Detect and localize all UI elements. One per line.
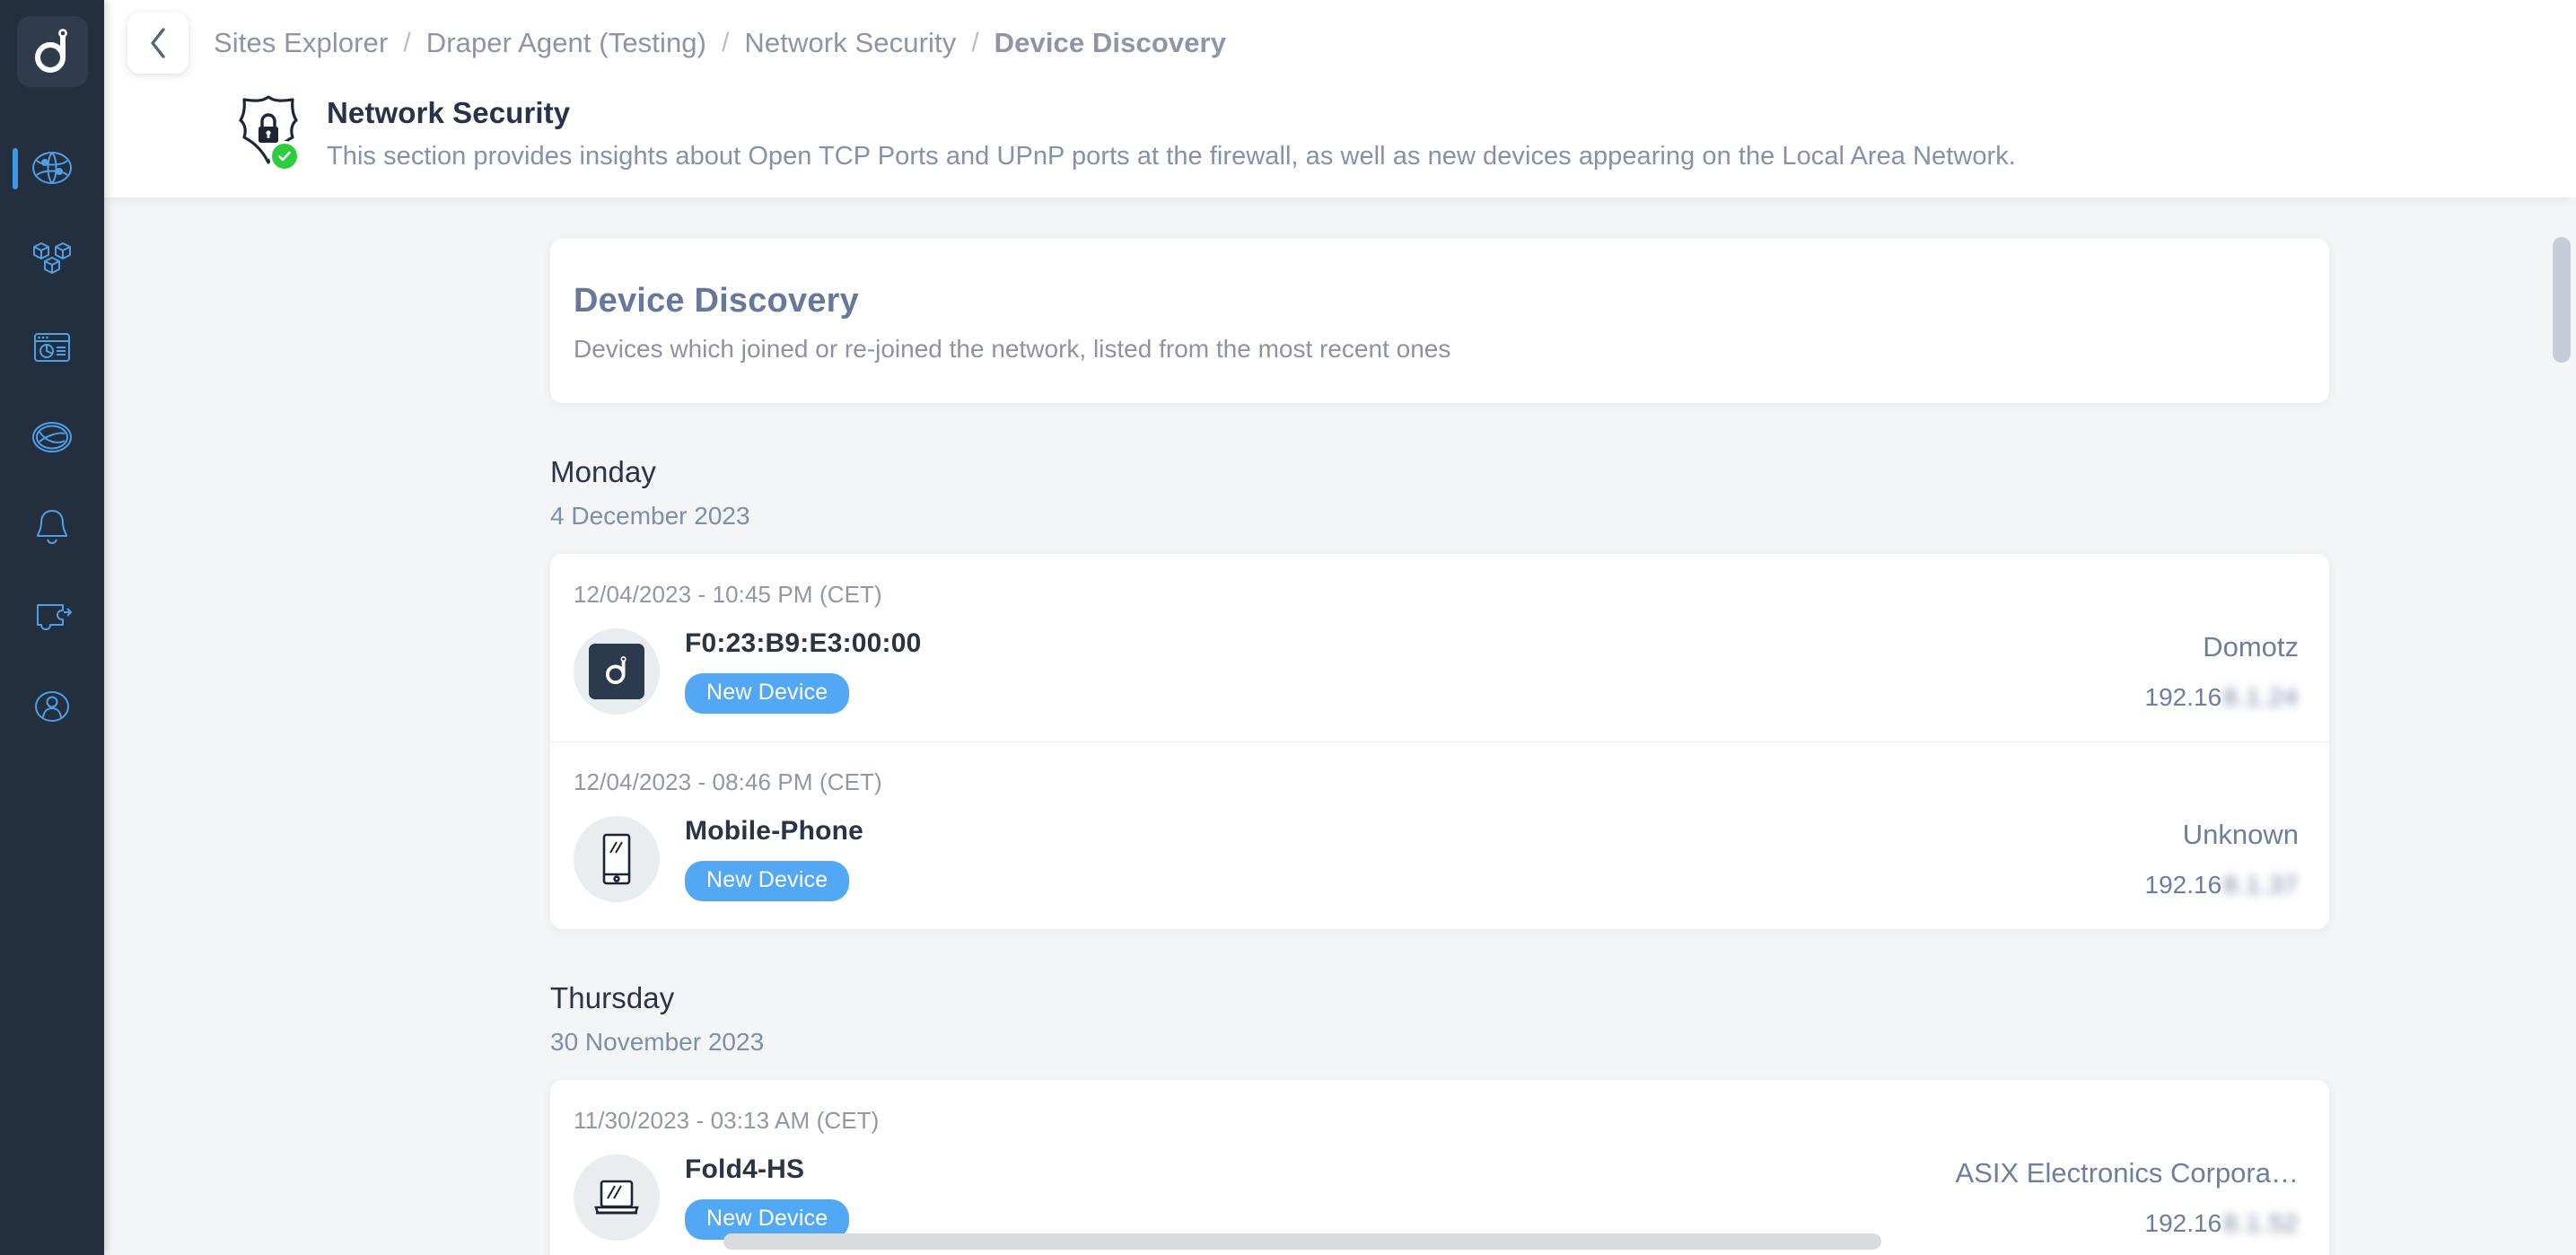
back-button[interactable] <box>127 12 188 74</box>
breadcrumb-separator: / <box>722 27 730 57</box>
bell-icon <box>37 510 67 544</box>
device-timestamp: 12/04/2023 - 10:45 PM (CET) <box>574 580 882 608</box>
intro-card-title: Device Discovery <box>574 281 859 320</box>
laptop-icon <box>594 1180 639 1215</box>
row-labels: Mobile-Phone New Device <box>685 816 864 902</box>
mobile-phone-icon <box>602 833 631 885</box>
top-breadcrumb-bar: Sites Explorer / Draper Agent (Testing) … <box>104 0 2576 85</box>
domotz-glyph-icon <box>605 656 626 685</box>
app-root: Sites Explorer / Draper Agent (Testing) … <box>0 0 2576 1255</box>
day-group-thursday: Thursday 30 November 2023 11/30/2023 - 0… <box>550 981 2329 1255</box>
domotz-logo-icon <box>35 28 67 73</box>
device-vendor: Domotz <box>2203 630 2299 663</box>
row-right: ASIX Electronics Corpora… 192.16 8.1.52 <box>1956 1107 2299 1238</box>
sidebar-item-integrations[interactable] <box>0 572 104 662</box>
breadcrumb-separator: / <box>403 27 411 57</box>
sidebar-item-inventory[interactable] <box>0 213 104 303</box>
sidebar-item-dashboard[interactable] <box>0 303 104 392</box>
sidebar-item-account[interactable] <box>0 662 104 751</box>
content-column: Sites Explorer / Draper Agent (Testing) … <box>104 0 2576 1255</box>
breadcrumb: Sites Explorer / Draper Agent (Testing) … <box>214 27 1226 59</box>
device-ip-redacted: 8.1.24 <box>2223 682 2299 711</box>
window-chart-icon <box>34 333 70 362</box>
breadcrumb-item-draper-agent[interactable]: Draper Agent (Testing) <box>426 27 706 59</box>
device-ip-redacted: 8.1.37 <box>2223 870 2299 899</box>
vertical-scrollbar[interactable] <box>2553 236 2571 363</box>
primary-sidebar <box>0 0 104 1255</box>
day-name: Thursday <box>550 980 675 1014</box>
row-body: Fold4-HS New Device <box>574 1154 1956 1241</box>
device-ip: 192.16 8.1.52 <box>1956 1209 2299 1238</box>
globe-chart-icon <box>32 422 72 452</box>
row-labels: Fold4-HS New Device <box>685 1154 850 1241</box>
sidebar-item-network[interactable] <box>0 123 104 213</box>
device-vendor: Unknown <box>2182 818 2299 850</box>
scroll-body: Device Discovery Devices which joined or… <box>104 197 2576 1255</box>
page-title: Network Security <box>327 96 571 129</box>
intro-card-subtitle: Devices which joined or re-joined the ne… <box>574 334 1451 363</box>
chevron-left-icon <box>151 27 165 58</box>
section-header: Network Security This section provides i… <box>104 85 2576 197</box>
device-ip-visible: 192.16 <box>2144 870 2222 899</box>
row-body: Mobile-Phone New Device <box>574 815 2145 902</box>
page-description: This section provides insights about Ope… <box>327 142 2016 171</box>
table-row[interactable]: 12/04/2023 - 08:46 PM (CET) Mobile-Phone… <box>550 741 2329 929</box>
page-content: Device Discovery Devices which joined or… <box>550 197 2329 1255</box>
day-device-card: 12/04/2023 - 10:45 PM (CET) F0:23:B9:E3:… <box>550 553 2329 929</box>
cubes-icon <box>33 242 71 274</box>
device-ip: 192.16 8.1.24 <box>2145 683 2300 712</box>
breadcrumb-item-network-security[interactable]: Network Security <box>744 27 956 59</box>
row-right: Unknown 192.16 8.1.37 <box>2145 768 2300 900</box>
breadcrumb-item-sites-explorer[interactable]: Sites Explorer <box>214 27 388 59</box>
device-vendor: ASIX Electronics Corpora… <box>1955 1156 2299 1189</box>
device-name: F0:23:B9:E3:00:00 <box>685 628 922 659</box>
user-circle-icon <box>35 691 69 722</box>
table-row[interactable]: 12/04/2023 - 10:45 PM (CET) F0:23:B9:E3:… <box>550 554 2329 742</box>
row-main: 11/30/2023 - 03:13 AM (CET) Fold4-HS New… <box>574 1107 1956 1241</box>
device-name: Fold4-HS <box>685 1154 805 1185</box>
breadcrumb-item-device-discovery: Device Discovery <box>994 26 1227 58</box>
table-row[interactable]: 11/30/2023 - 03:13 AM (CET) Fold4-HS New… <box>550 1080 2329 1255</box>
row-main: 12/04/2023 - 08:46 PM (CET) Mobile-Phone… <box>574 768 2145 902</box>
check-circle-icon <box>269 141 300 171</box>
day-name: Monday <box>550 454 657 488</box>
breadcrumb-separator: / <box>971 27 979 57</box>
device-timestamp: 12/04/2023 - 08:46 PM (CET) <box>574 768 882 795</box>
domotz-device-icon <box>589 643 644 699</box>
device-ip-redacted: 8.1.52 <box>2223 1208 2299 1237</box>
device-timestamp: 11/30/2023 - 03:13 AM (CET) <box>574 1106 880 1134</box>
status-badge: New Device <box>685 861 850 902</box>
globe-network-icon <box>32 152 72 184</box>
domotz-logo[interactable] <box>16 16 88 87</box>
sidebar-item-alerts[interactable] <box>0 482 104 572</box>
day-group-monday: Monday 4 December 2023 12/04/2023 - 10:4… <box>550 455 2329 929</box>
check-mark-icon <box>278 151 291 162</box>
day-date: 4 December 2023 <box>550 501 750 530</box>
device-discovery-intro-card: Device Discovery Devices which joined or… <box>550 238 2329 403</box>
device-ip: 192.16 8.1.37 <box>2145 871 2300 900</box>
device-ip-visible: 192.16 <box>2144 682 2222 711</box>
status-badge: New Device <box>685 673 850 715</box>
horizontal-scrollbar[interactable] <box>723 1233 1881 1250</box>
sidebar-item-monitoring[interactable] <box>0 392 104 482</box>
section-header-text: Network Security This section provides i… <box>327 87 2016 174</box>
device-avatar <box>574 815 660 902</box>
device-name: Mobile-Phone <box>685 816 864 847</box>
plug-in-icon <box>37 604 72 630</box>
row-right: Domotz 192.16 8.1.24 <box>2145 581 2300 712</box>
day-date: 30 November 2023 <box>550 1027 765 1056</box>
row-body: F0:23:B9:E3:00:00 New Device <box>574 628 2145 715</box>
day-device-card: 11/30/2023 - 03:13 AM (CET) Fold4-HS New… <box>550 1079 2329 1255</box>
device-avatar <box>574 1154 660 1241</box>
device-ip-visible: 192.16 <box>2144 1208 2222 1237</box>
device-avatar <box>574 628 660 715</box>
shield-lock-icon <box>235 92 316 172</box>
sidebar-nav-list <box>0 123 104 751</box>
row-labels: F0:23:B9:E3:00:00 New Device <box>685 628 922 715</box>
row-main: 12/04/2023 - 10:45 PM (CET) F0:23:B9:E3:… <box>574 581 2145 715</box>
